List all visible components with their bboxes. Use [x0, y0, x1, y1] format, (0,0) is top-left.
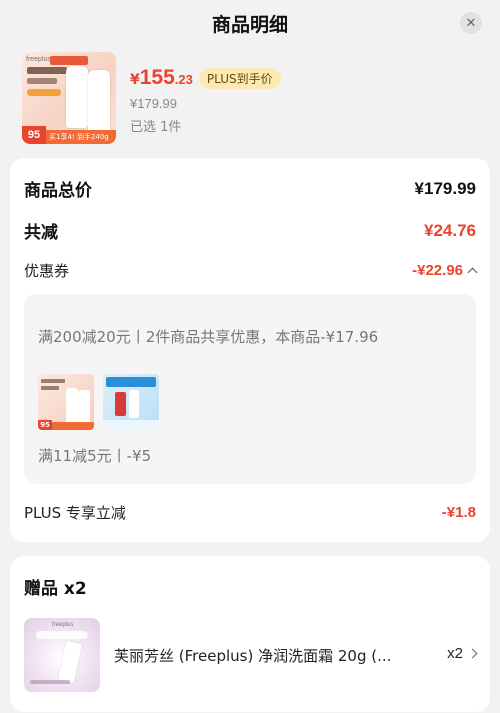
plus-price-badge: PLUS到手价	[198, 67, 281, 89]
close-icon: ✕	[465, 15, 477, 31]
price-integer: 155	[139, 66, 175, 89]
thumbnail-badge-strip	[52, 422, 94, 430]
thumbnail-header	[106, 377, 156, 387]
price-currency: ¥	[130, 72, 140, 88]
close-button[interactable]: ✕	[460, 12, 482, 34]
coupon-value-toggle[interactable]: -¥22.96	[412, 262, 478, 279]
plus-discount-row: PLUS 专享立减 -¥1.8	[24, 502, 476, 523]
coupon-row[interactable]: 优惠券 -¥22.96	[24, 260, 478, 281]
thumbnail-footer	[103, 420, 159, 430]
gift-item-name[interactable]: 芙丽芳丝 (Freeplus) 净润洗面霜 20g (...	[114, 645, 414, 666]
product-summary: freeplus 95 买1享4! 到手240g ¥ 155 .23 PLUS到…	[22, 52, 482, 146]
thumbnail-banner	[36, 631, 88, 639]
reduction-label: 共减	[24, 223, 58, 243]
gift-thumbnail[interactable]: freeplus	[24, 618, 100, 692]
product-tube-image	[88, 70, 110, 132]
product-tube-image	[66, 66, 88, 128]
coupon-value: -¥22.96	[412, 262, 463, 279]
price-row: ¥ 155 .23 PLUS到手价	[130, 66, 281, 90]
coupon-label: 优惠券	[24, 262, 70, 280]
brand-logo-icon: freeplus	[52, 622, 74, 628]
brand-logo-icon: freeplus	[26, 56, 51, 63]
coupon-detail-line: 满11减5元丨-¥5	[38, 447, 152, 465]
plus-discount-label: PLUS 专享立减	[24, 504, 126, 522]
product-thumbnail[interactable]: freeplus 95 买1享4! 到手240g	[22, 52, 116, 144]
page-title: 商品明细	[211, 13, 288, 36]
product-tube-image	[66, 388, 78, 424]
price-detail-card: 商品总价 ¥179.99 共减 ¥24.76 优惠券 -¥22.96 满200减…	[10, 158, 490, 542]
gift-qty-value: x2	[447, 645, 463, 662]
total-price-row: 商品总价 ¥179.99	[24, 176, 476, 202]
product-detail-sheet: 商品明细 ✕ freeplus 95 买1享4! 到手240g ¥ 155 .2…	[0, 0, 500, 713]
chevron-up-icon	[467, 267, 478, 278]
product-tube-image	[78, 390, 90, 426]
thumbnail-badge-number: 95	[38, 420, 52, 430]
plus-discount-value: -¥1.8	[441, 504, 476, 521]
thumbnail-text-line	[30, 680, 70, 684]
product-bottle-image	[129, 390, 139, 418]
thumbnail-badge-number: 95	[22, 126, 46, 144]
thumbnail-text-line	[41, 386, 59, 390]
thumbnail-text-line	[27, 78, 57, 84]
thumbnail-tag	[50, 56, 88, 65]
thumbnail-promo-pill	[27, 89, 61, 96]
thumbnail-text-line	[27, 67, 67, 74]
chevron-right-icon	[467, 648, 478, 659]
gift-card: 赠品 x2 freeplus 芙丽芳丝 (Freeplus) 净润洗面霜 20g…	[10, 556, 490, 712]
reduction-value: ¥24.76	[424, 220, 476, 240]
thumbnail-badge-text: 买1享4! 到手240g	[46, 130, 116, 144]
coupon-detail-box: 满200减20元丨2件商品共享优惠，本商品-¥17.96 95 满11减5元丨-…	[24, 294, 476, 484]
coupon-detail-line: 满200减20元丨2件商品共享优惠，本商品-¥17.96	[38, 328, 379, 346]
coupon-product-thumbnail	[103, 374, 159, 430]
gift-item-quantity[interactable]: x2	[447, 645, 478, 662]
thumbnail-text-line	[41, 379, 65, 383]
original-price: ¥179.99	[130, 96, 177, 111]
product-tube-image	[58, 640, 82, 684]
reduction-row: 共减 ¥24.76	[24, 218, 476, 244]
product-bottle-image	[115, 392, 126, 416]
total-price-value: ¥179.99	[414, 178, 476, 198]
coupon-product-thumbnail: 95	[38, 374, 94, 430]
selected-count: 已选 1件	[130, 120, 182, 135]
gift-title: 赠品 x2	[24, 579, 87, 599]
total-price-label: 商品总价	[24, 181, 92, 201]
price-decimal: .23	[174, 72, 193, 87]
sheet-header: 商品明细 ✕	[0, 0, 500, 46]
